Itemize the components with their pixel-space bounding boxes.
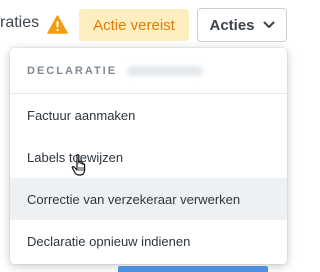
chevron-down-icon: [263, 21, 275, 28]
menu-header-label: DECLARATIE: [27, 64, 118, 77]
menu-item-opnieuw-indienen[interactable]: Declaratie opnieuw indienen: [10, 220, 287, 262]
hand-pointer-cursor-icon: [71, 154, 86, 176]
menu-header: DECLARATIE: [10, 48, 287, 94]
menu-item-factuur-aanmaken[interactable]: Factuur aanmaken: [10, 94, 287, 136]
menu-item-labels-toewijzen[interactable]: Labels toewijzen: [10, 136, 287, 178]
breadcrumb[interactable]: raties: [0, 14, 39, 32]
menu-item-label: Factuur aanmaken: [27, 107, 136, 123]
actions-button-label: Acties: [209, 16, 255, 34]
primary-button-partial[interactable]: [118, 266, 268, 272]
actions-button[interactable]: Acties: [197, 8, 287, 42]
menu-item-label: Correctie van verzekeraar verwerken: [27, 191, 241, 207]
warning-icon: [47, 15, 68, 34]
menu-item-correctie-verwerken[interactable]: Correctie van verzekeraar verwerken: [10, 178, 287, 220]
redacted-claim-id: [127, 65, 204, 76]
status-badge: Actie vereist: [79, 9, 189, 41]
menu-item-label: Declaratie opnieuw indienen: [27, 233, 191, 249]
actions-dropdown-menu: DECLARATIE Factuur aanmaken Labels toewi…: [10, 48, 287, 264]
